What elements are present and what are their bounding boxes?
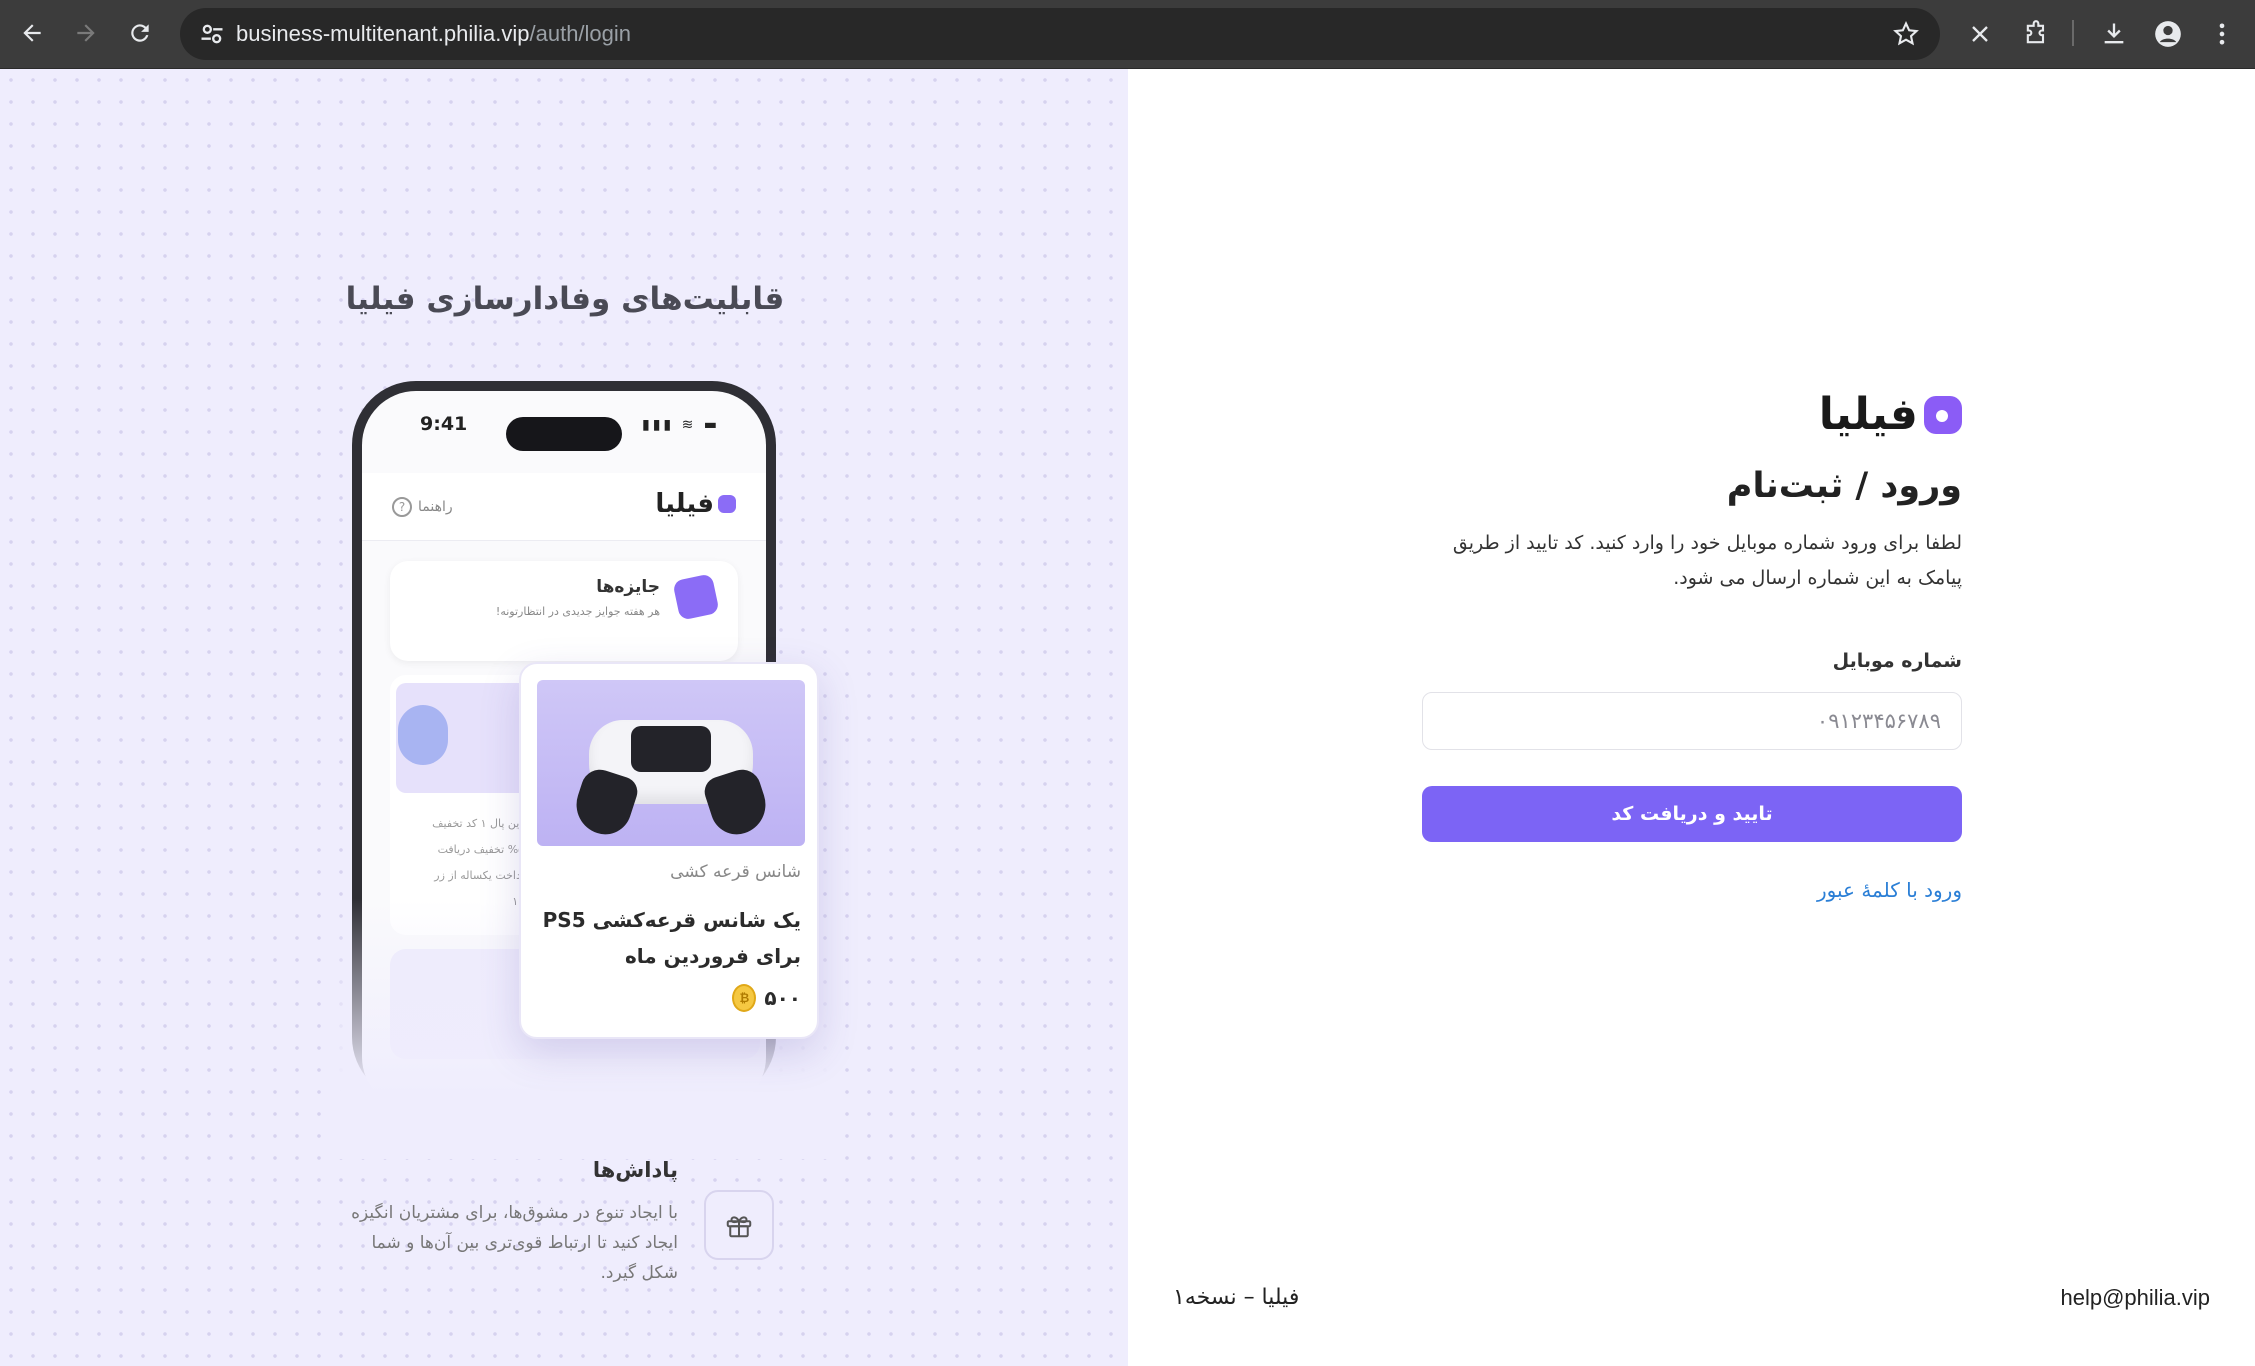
profile-button[interactable] xyxy=(2148,14,2188,54)
phone-prizes-card: جایزه‌ها هر هفته جوایز جدیدی در انتظارتو… xyxy=(390,561,738,661)
address-bar[interactable]: business-multitenant.philia.vip/auth/log… xyxy=(180,8,1940,60)
site-settings-icon[interactable] xyxy=(198,20,226,48)
url-path: /auth/login xyxy=(529,21,632,46)
logo-mark-icon xyxy=(1924,396,1962,434)
phone-field-label: شماره موبایل xyxy=(1832,650,1962,672)
brand-logo-text: فیلیا xyxy=(1818,389,1918,440)
phone-logo: فیلیا xyxy=(655,489,736,519)
footer-email[interactable]: help@philia.vip xyxy=(2060,1285,2210,1311)
login-panel: فیلیا ورود / ثبت‌نام لطفا برای ورود شمار… xyxy=(1128,69,2255,1366)
ticket-icon xyxy=(672,573,720,621)
arrow-left-icon xyxy=(23,24,41,42)
feature-description: با ایجاد تنوع در مشوق‌ها، برای مشتریان ا… xyxy=(351,1203,678,1283)
reward-price-value: ۵۰۰ xyxy=(764,986,801,1010)
reward-card-price: ۵۰۰ ₿ xyxy=(732,984,801,1012)
submit-button[interactable]: تایید و دریافت کد xyxy=(1422,786,1962,842)
arrow-right-icon xyxy=(77,24,95,42)
phone-help: راهنما? xyxy=(392,497,453,517)
gift-icon xyxy=(704,1190,774,1260)
avatar-icon xyxy=(2155,21,2181,47)
reward-card: شانس قرعه کشی یک شانس قرعه‌کشی PS5 برای … xyxy=(519,662,819,1039)
promo-title: قابلیت‌های وفادارسازی فیلیا xyxy=(345,281,785,317)
footer-version: فیلیا – نسخه۱ xyxy=(1173,1285,1300,1310)
bookmark-star-icon[interactable] xyxy=(1892,20,1920,48)
phone-prizes-title: جایزه‌ها xyxy=(596,577,660,597)
phone-help-label: راهنما xyxy=(418,499,453,515)
puzzle-icon xyxy=(2026,20,2045,44)
reward-card-title: یک شانس قرعه‌کشی PS5 برای فروردین ماه xyxy=(542,908,801,968)
reward-card-image xyxy=(537,680,805,846)
discount-illustration xyxy=(398,705,448,765)
close-tab-button[interactable] xyxy=(1960,14,2000,54)
browser-toolbar: business-multitenant.philia.vip/auth/log… xyxy=(0,0,2255,69)
logo-mark-icon xyxy=(718,495,736,513)
url-text[interactable]: business-multitenant.philia.vip/auth/log… xyxy=(236,8,631,60)
forward-button[interactable] xyxy=(66,13,106,53)
phone-app-header: فیلیا راهنما? xyxy=(362,473,766,541)
menu-button[interactable] xyxy=(2202,14,2242,54)
phone-discount-card: زرین پال ۱ کد تخفیف %۵۰ تخفیف دریافت پرد… xyxy=(390,675,540,935)
close-icon xyxy=(1972,26,1988,42)
brand-logo: فیلیا xyxy=(1819,392,1962,438)
reward-card-tag: شانس قرعه کشی xyxy=(670,862,801,882)
phone-status-icons: ▮▮▮ ≋ ▬ xyxy=(642,417,720,433)
coin-icon: ₿ xyxy=(732,984,757,1012)
page-title: ورود / ثبت‌نام xyxy=(1726,466,1962,506)
phone-time: 9:41 xyxy=(420,413,468,435)
promo-panel: قابلیت‌های وفادارسازی فیلیا 9:41 ▮▮▮ ≋ ▬… xyxy=(0,69,1128,1366)
password-login-link[interactable]: ورود با کلمهٔ عبور xyxy=(1817,878,1962,902)
downloads-button[interactable] xyxy=(2094,14,2134,54)
discount-card-image xyxy=(396,683,534,793)
more-vert-icon xyxy=(2219,23,2225,45)
extensions-button[interactable] xyxy=(2016,14,2056,54)
help-circle-icon: ? xyxy=(392,497,412,517)
phone-input[interactable] xyxy=(1422,692,1962,750)
reload-button[interactable] xyxy=(120,13,160,53)
download-icon xyxy=(2104,23,2124,44)
feature-title: پاداش‌ها xyxy=(592,1158,678,1182)
dynamic-island xyxy=(506,417,622,451)
phone-prizes-subtitle: هر هفته جوایز جدیدی در انتظارتونه! xyxy=(495,605,660,618)
url-host: business-multitenant.philia.vip xyxy=(236,21,530,46)
form-description: لطفا برای ورود شماره موبایل خود را وارد … xyxy=(1452,532,1962,589)
back-button[interactable] xyxy=(12,13,52,53)
toolbar-separator xyxy=(2072,20,2074,46)
gamepad-touchpad xyxy=(631,726,711,772)
reload-icon xyxy=(131,24,149,42)
phone-logo-text: فیلیا xyxy=(655,489,714,519)
feature-rewards: پاداش‌ها با ایجاد تنوع در مشوق‌ها، برای … xyxy=(300,1154,780,1294)
